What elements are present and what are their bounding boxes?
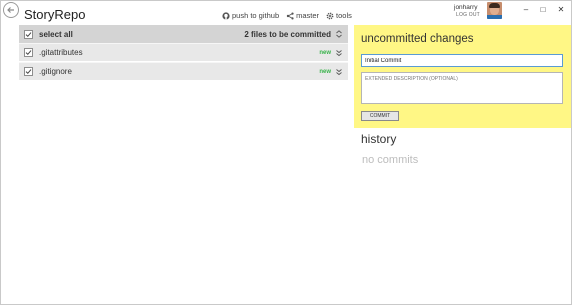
file-list: select all 2 files to be committed .gita… bbox=[19, 25, 348, 80]
maximize-button[interactable]: □ bbox=[538, 5, 548, 14]
push-to-github-button[interactable]: push to github bbox=[222, 11, 279, 20]
file-row[interactable]: .gitattributes new bbox=[19, 43, 348, 61]
checkmark-icon bbox=[25, 50, 32, 56]
github-icon bbox=[222, 11, 230, 20]
file-name: .gitignore bbox=[39, 67, 72, 76]
gear-icon bbox=[326, 12, 334, 20]
expand-chevron-icon[interactable] bbox=[335, 67, 343, 77]
history-title: history bbox=[361, 132, 397, 146]
file-checkbox[interactable] bbox=[24, 67, 33, 76]
avatar[interactable] bbox=[487, 2, 502, 19]
toolbar: push to github master tools bbox=[222, 11, 359, 20]
select-all-checkbox[interactable] bbox=[24, 29, 33, 39]
commit-description-input[interactable] bbox=[361, 72, 563, 104]
select-all-label: select all bbox=[39, 29, 73, 39]
commit-summary-input[interactable] bbox=[361, 54, 563, 67]
file-row[interactable]: .gitignore new bbox=[19, 62, 348, 80]
branch-button[interactable]: master bbox=[286, 11, 319, 20]
push-label: push to github bbox=[232, 11, 280, 20]
file-name: .gitattributes bbox=[39, 48, 83, 57]
back-button[interactable] bbox=[3, 2, 19, 18]
commit-button[interactable]: COMMIT bbox=[361, 111, 399, 121]
branch-icon bbox=[286, 12, 294, 20]
tools-button[interactable]: tools bbox=[326, 11, 352, 20]
back-arrow-icon bbox=[7, 7, 14, 13]
repo-title: StoryRepo bbox=[24, 7, 86, 22]
logout-link[interactable]: LOG OUT bbox=[456, 12, 480, 18]
checkmark-icon bbox=[25, 69, 32, 75]
select-all-row[interactable]: select all 2 files to be committed bbox=[19, 25, 348, 43]
expand-chevron-icon[interactable] bbox=[335, 48, 343, 58]
files-count: 2 files to be committed bbox=[244, 29, 331, 39]
panel-title: uncommitted changes bbox=[361, 33, 474, 45]
file-status-badge: new bbox=[319, 49, 331, 56]
branch-label: master bbox=[296, 11, 320, 20]
tools-label: tools bbox=[336, 11, 352, 20]
file-checkbox[interactable] bbox=[24, 48, 33, 57]
file-status-badge: new bbox=[319, 68, 331, 75]
app-window: StoryRepo push to github master tools jo… bbox=[0, 0, 572, 305]
close-button[interactable]: ✕ bbox=[556, 5, 566, 14]
checkmark-icon bbox=[25, 31, 32, 37]
expand-chevron-icon[interactable] bbox=[335, 29, 343, 39]
no-commits-label: no commits bbox=[362, 154, 419, 166]
commit-panel: uncommitted changes COMMIT bbox=[354, 25, 571, 128]
user-name: jonharry bbox=[454, 4, 478, 11]
minimize-button[interactable]: – bbox=[521, 5, 531, 14]
